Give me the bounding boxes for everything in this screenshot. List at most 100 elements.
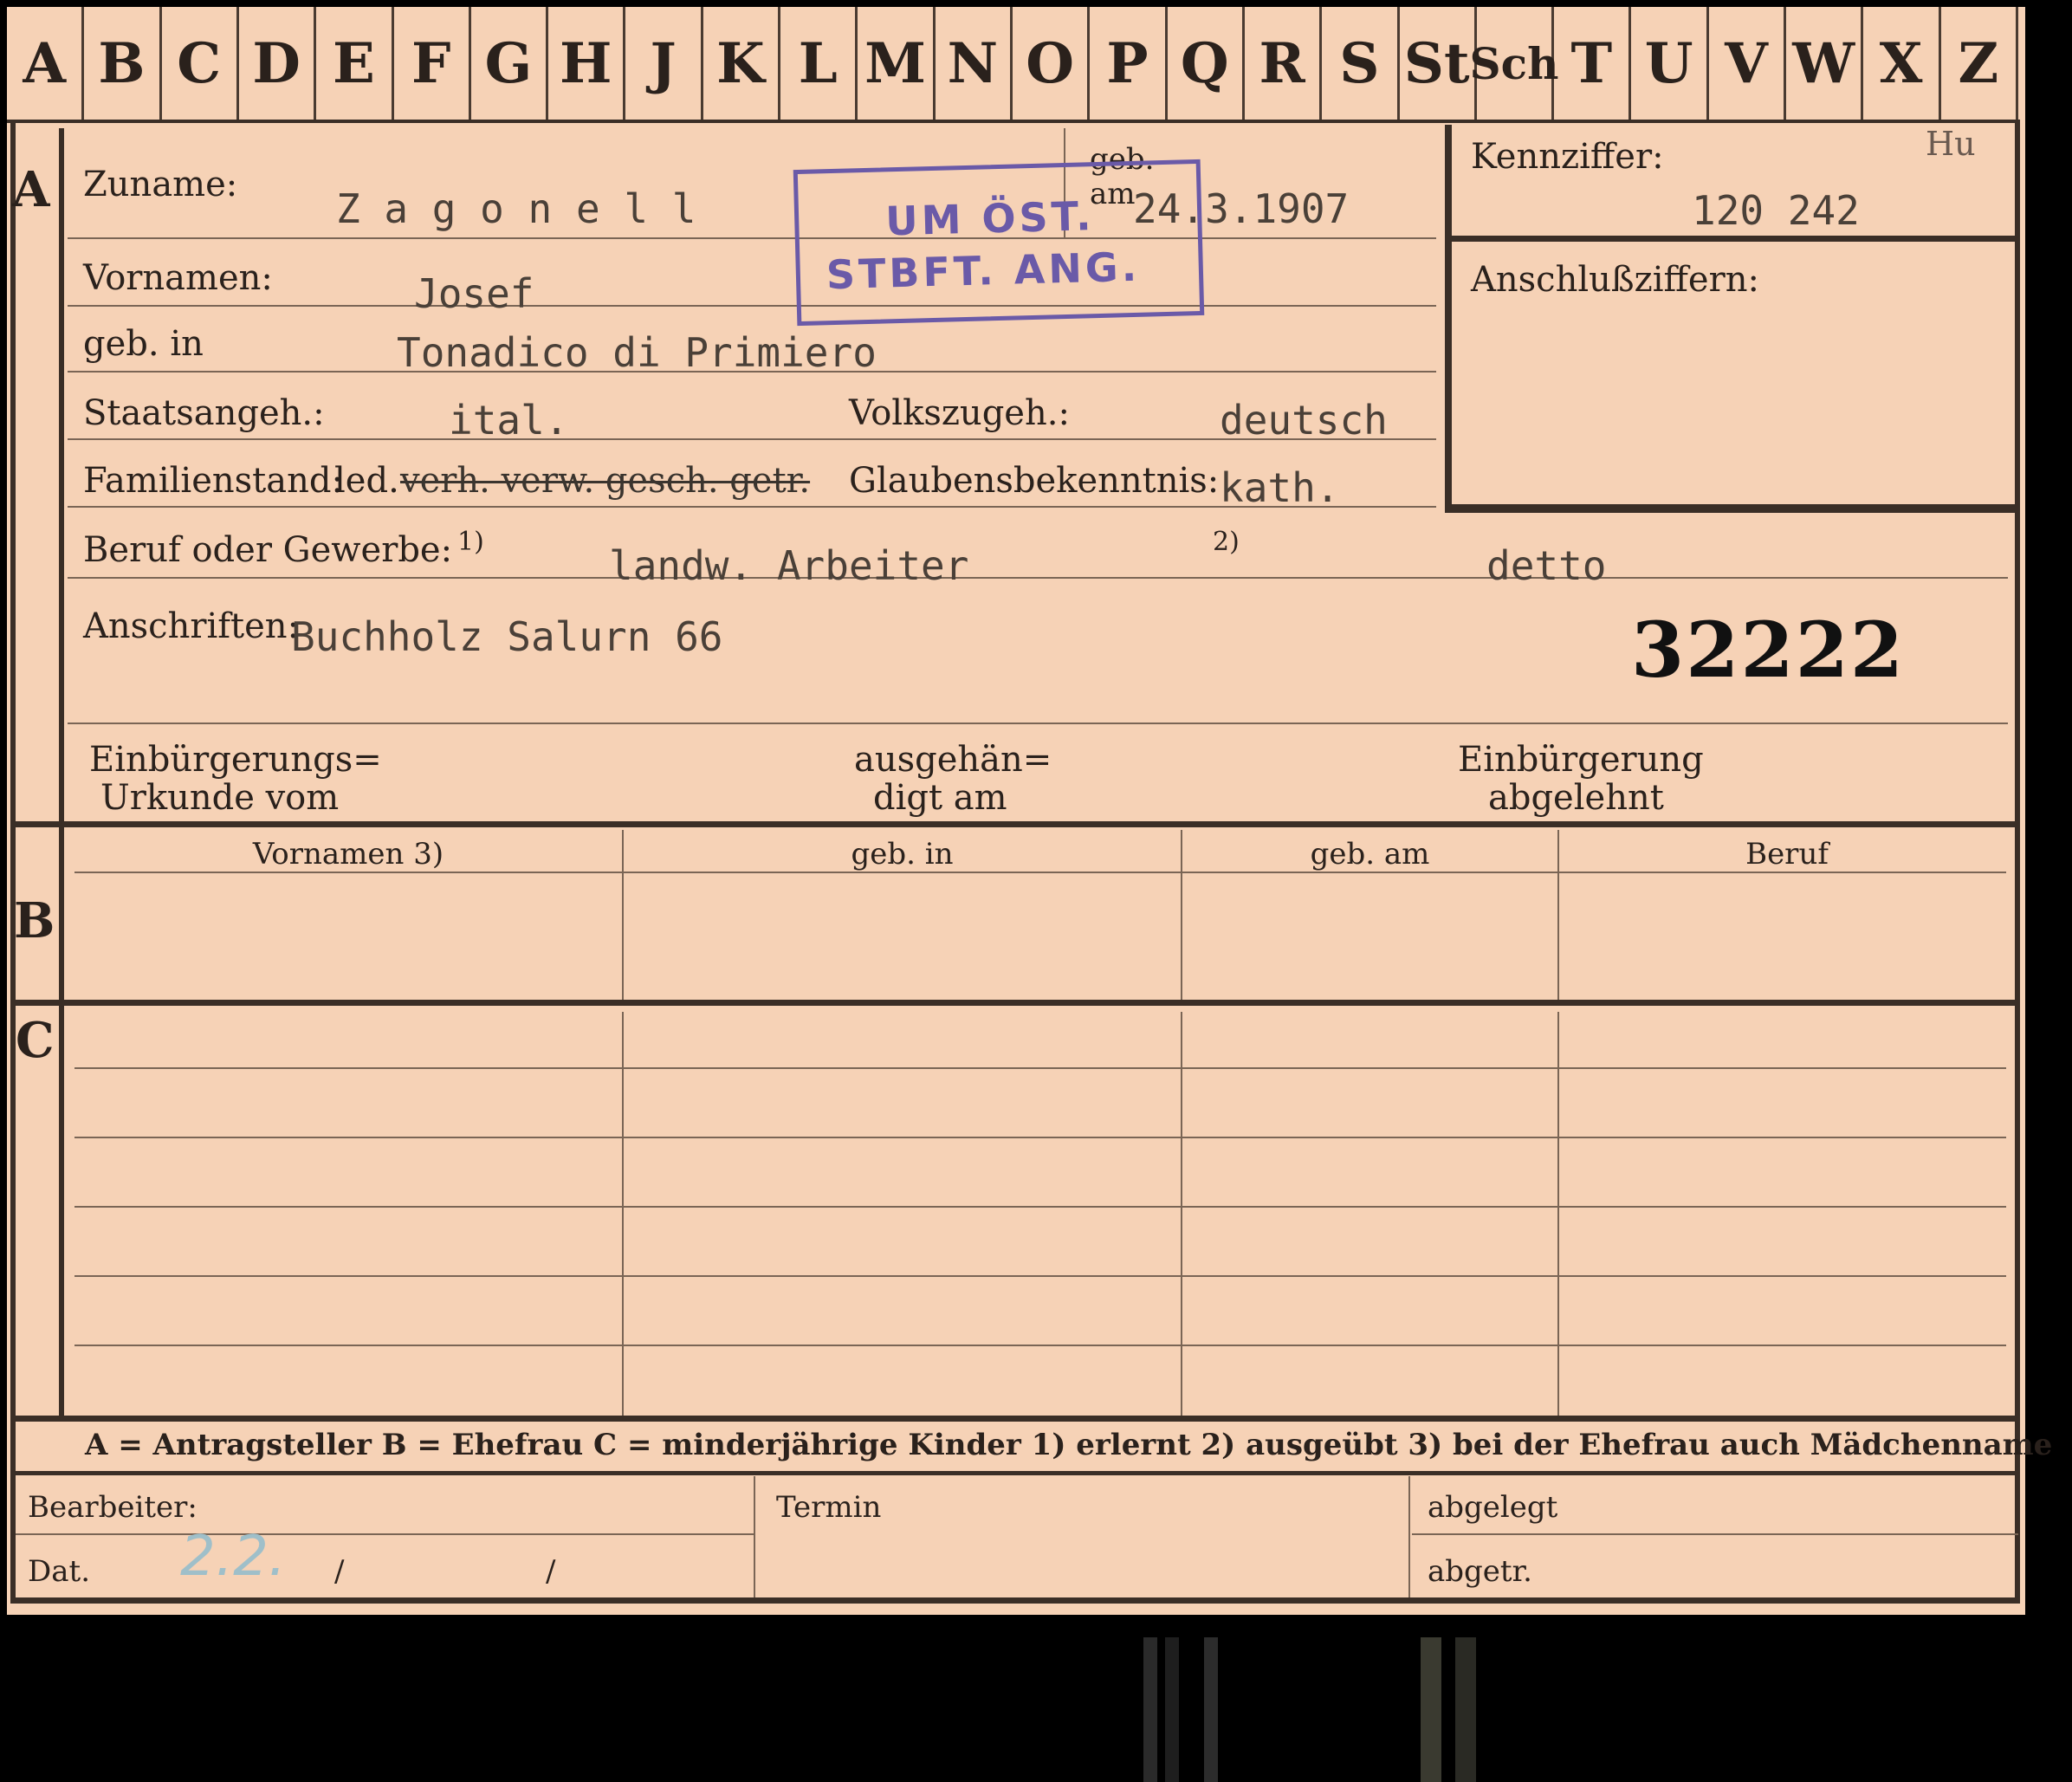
religion-value: kath. xyxy=(1220,464,1340,511)
handed-out-label-2: digt am xyxy=(873,778,1007,818)
alphabet-tab: W xyxy=(1786,7,1864,120)
background-stripe-5 xyxy=(1455,1637,1476,1782)
alphabet-tab: X xyxy=(1863,7,1941,120)
header-born-on: geb. am xyxy=(1310,837,1430,872)
rule-table-header xyxy=(74,872,2006,873)
index-card: A B C D E F G H J K L M N O P Q R S St Sch T U V W X Z A Kennziff… xyxy=(7,7,2052,1615)
handed-out-label-1: ausgehän= xyxy=(854,740,1052,780)
occupation-value-2: detto xyxy=(1486,542,1607,589)
alphabet-tab: Sch xyxy=(1470,7,1558,120)
rule-section-c-end xyxy=(10,1416,2020,1422)
rule-footer-mid-left xyxy=(16,1533,754,1535)
alphabet-tab: J xyxy=(625,7,703,120)
rule-firstnames xyxy=(68,305,1436,307)
legend: A = Antragsteller B = Ehefrau C = minder… xyxy=(85,1428,2053,1462)
section-b-letter: B xyxy=(14,892,55,949)
alphabet-tab: C xyxy=(162,7,239,120)
address-value: Buchholz Salurn 66 xyxy=(291,613,723,660)
editor-label: Bearbeiter: xyxy=(28,1490,197,1525)
date-slash-2: / xyxy=(546,1554,556,1589)
rule-child-3 xyxy=(74,1206,2006,1208)
section-b-divider xyxy=(59,826,64,1000)
alphabet-tab: E xyxy=(316,7,394,120)
alphabet-tab: P xyxy=(1090,7,1168,120)
alphabet-tab: V xyxy=(1709,7,1787,120)
alphabet-tab: B xyxy=(84,7,162,120)
code-value: 120 242 xyxy=(1692,187,1860,234)
record-number: 32222 xyxy=(1631,605,1906,695)
connect-label: Anschlußziffern: xyxy=(1471,260,1759,300)
ethnicity-label: Volkszugeh.: xyxy=(849,393,1070,433)
code-box-divider xyxy=(1452,236,2015,242)
stamp-line-1: UM ÖST. xyxy=(884,192,1096,245)
rule-child-1 xyxy=(74,1067,2006,1069)
section-a-letter: A xyxy=(12,161,50,218)
section-c-divider xyxy=(59,1003,64,1419)
alphabet-tab: K xyxy=(703,7,781,120)
card-right-border xyxy=(2015,120,2020,1601)
alphabet-tab: T xyxy=(1554,7,1632,120)
rule-child-5 xyxy=(74,1345,2006,1346)
rule-section-a-end xyxy=(10,821,2020,827)
occupation-label: Beruf oder Gewerbe: xyxy=(83,530,453,570)
card-bottom-border xyxy=(10,1597,2020,1604)
alphabet-tab-row: A B C D E F G H J K L M N O P Q R S St Sch T U V W X Z xyxy=(7,7,2018,123)
alphabet-tab: A xyxy=(7,7,85,120)
alphabet-tab: G xyxy=(471,7,549,120)
rule-surname xyxy=(68,237,1436,239)
first-names-label: Vornamen: xyxy=(83,258,273,298)
alphabet-tab: D xyxy=(239,7,317,120)
naturalization-denied-label-2: abgelehnt xyxy=(1488,778,1664,818)
alphabet-tab: M xyxy=(858,7,936,120)
alphabet-tab: Q xyxy=(1168,7,1245,120)
alphabet-tab: O xyxy=(1013,7,1091,120)
born-in-value: Tonadico di Primiero xyxy=(397,329,877,376)
header-first-names: Vornamen 3) xyxy=(252,837,444,872)
footer-divider-2 xyxy=(1408,1476,1410,1597)
alphabet-tab: R xyxy=(1245,7,1323,120)
date-label: Dat. xyxy=(28,1554,91,1589)
alphabet-tab: U xyxy=(1631,7,1709,120)
occupation-note-2: 2) xyxy=(1213,527,1240,557)
background-stripe-1 xyxy=(1143,1637,1157,1782)
marital-label: Familienstand: xyxy=(83,461,343,501)
alphabet-tab: H xyxy=(548,7,626,120)
section-c-letter: C xyxy=(16,1012,55,1069)
marital-single: led. xyxy=(334,461,399,501)
code-label: Kennziffer: xyxy=(1471,137,1664,177)
alphabet-tab: St xyxy=(1400,7,1477,120)
deadline-label: Termin xyxy=(776,1490,882,1525)
citizenship-label: Staatsangeh.: xyxy=(83,393,325,433)
hu-mark: Hu xyxy=(1926,125,1976,163)
rule-section-b-end xyxy=(10,1000,2020,1006)
born-in-label: geb. in xyxy=(83,324,204,364)
naturalization-cert-label-1: Einbürgerungs= xyxy=(89,740,382,780)
col-c-divider-3 xyxy=(1557,1012,1559,1419)
surname-value: Z a g o n e l l xyxy=(336,185,696,232)
rule-occupation xyxy=(68,577,2008,579)
stamp-line-2: STBFT. ANG. xyxy=(826,243,1141,299)
alphabet-tab: F xyxy=(394,7,471,120)
rule-child-4 xyxy=(74,1275,2006,1277)
alphabet-tab: S xyxy=(1322,7,1400,120)
first-names-value: Josef xyxy=(414,270,534,317)
card-left-border xyxy=(10,120,16,1601)
filed-label: abgelegt xyxy=(1428,1490,1558,1525)
col-c-divider-1 xyxy=(622,1012,624,1419)
occupation-value: landw. Arbeiter xyxy=(609,542,969,589)
col-c-divider-2 xyxy=(1181,1012,1182,1419)
alphabet-tab: N xyxy=(936,7,1013,120)
removed-label: abgetr. xyxy=(1428,1554,1532,1589)
occupation-note-1: 1) xyxy=(457,527,484,557)
header-born-in: geb. in xyxy=(851,837,954,872)
citizenship-value: ital. xyxy=(449,397,569,444)
date-value: 2.2. xyxy=(180,1525,287,1589)
ethnicity-value: deutsch xyxy=(1220,397,1388,444)
code-box xyxy=(1445,125,2015,513)
address-label: Anschriften: xyxy=(83,606,300,646)
naturalization-cert-label-2: Urkunde vom xyxy=(100,778,340,818)
header-occupation: Beruf xyxy=(1745,837,1829,872)
rule-child-2 xyxy=(74,1137,2006,1138)
rule-legend-end xyxy=(10,1471,2020,1475)
background-stripe-3 xyxy=(1204,1637,1218,1782)
